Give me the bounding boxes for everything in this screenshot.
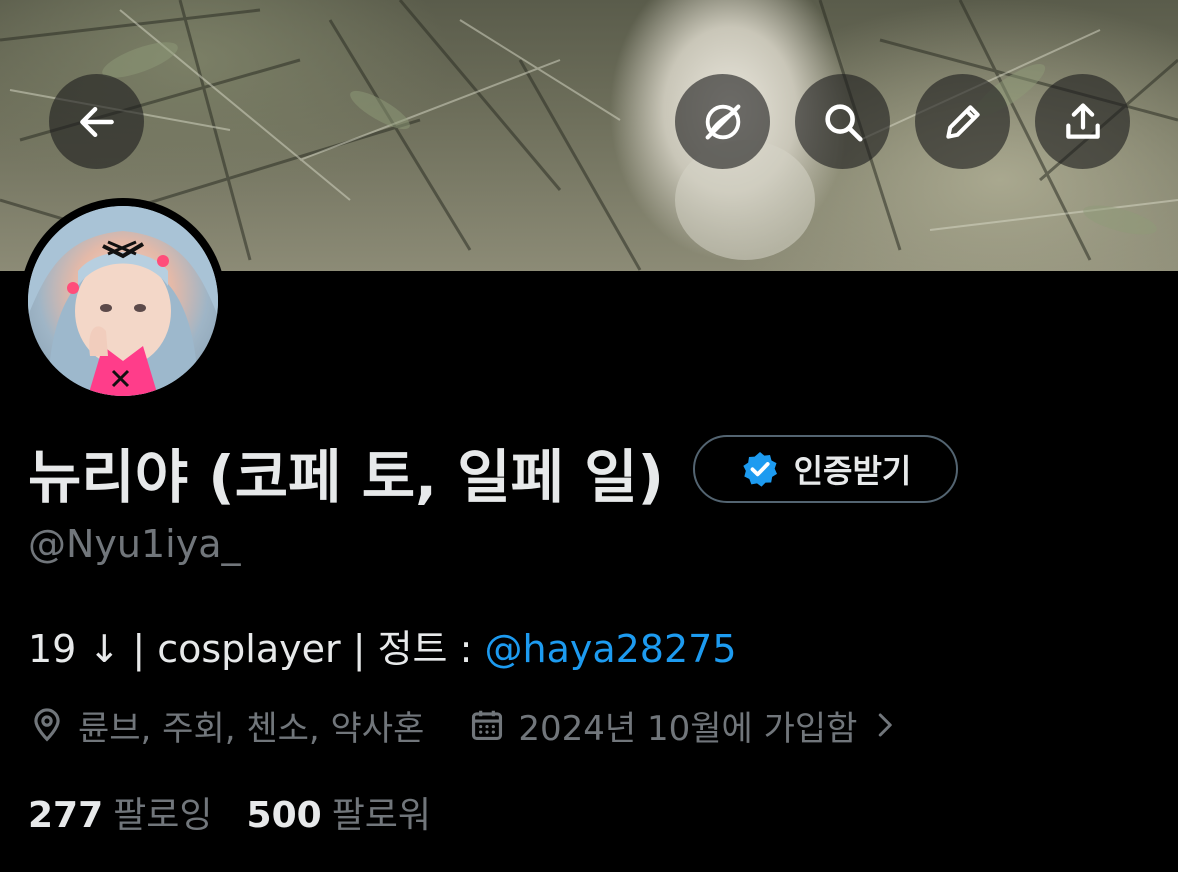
followers-count: 500 [246,795,322,836]
username-handle: @Nyu1iya_ [28,522,241,566]
following-label: 팔로잉 [113,795,213,836]
search-icon [824,103,863,142]
location-pin-icon [34,708,60,742]
translate-off-button[interactable] [675,74,770,169]
back-button[interactable] [49,74,144,169]
share-upload-icon [1065,102,1100,139]
follow-stats: 277 팔로잉 500 팔로워 [28,786,431,838]
display-name: 뉴리야 (코페 토, 일페 일) [28,443,665,511]
following-count: 277 [28,795,104,836]
avatar-image [28,206,218,396]
location-text: 륜브, 주회, 첸소, 약사혼 [78,708,425,749]
bio-text: 19 ↓ | cosplayer | 정트 : [28,627,485,671]
join-date[interactable]: 2024년 10월에 가입함 [468,701,899,750]
share-button[interactable] [1035,74,1130,169]
location: 륜브, 주회, 첸소, 약사혼 [28,701,424,750]
globe-slash-icon [705,104,740,139]
profile-meta: 륜브, 주회, 첸소, 약사혼 2024년 10월에 가입함 [28,700,899,750]
followers-label: 팔로워 [331,795,432,836]
chevron-right-icon [879,713,893,737]
join-date-text: 2024년 10월에 가입함 [518,708,858,749]
search-button[interactable] [795,74,890,169]
arrow-left-icon [79,106,114,137]
bio-mention-link[interactable]: @haya28275 [484,627,736,671]
edit-button[interactable] [915,74,1010,169]
followers-link[interactable]: 500 팔로워 [247,786,432,838]
calendar-icon [472,710,503,741]
get-verified-button[interactable]: 인증받기 [693,435,958,503]
avatar[interactable] [28,206,218,396]
bio: 19 ↓ | cosplayer | 정트 : @haya28275 [28,618,737,673]
get-verified-label: 인증받기 [793,452,912,490]
pencil-icon [945,104,980,139]
verified-badge-icon [742,452,777,487]
following-link[interactable]: 277 팔로잉 [28,786,213,838]
